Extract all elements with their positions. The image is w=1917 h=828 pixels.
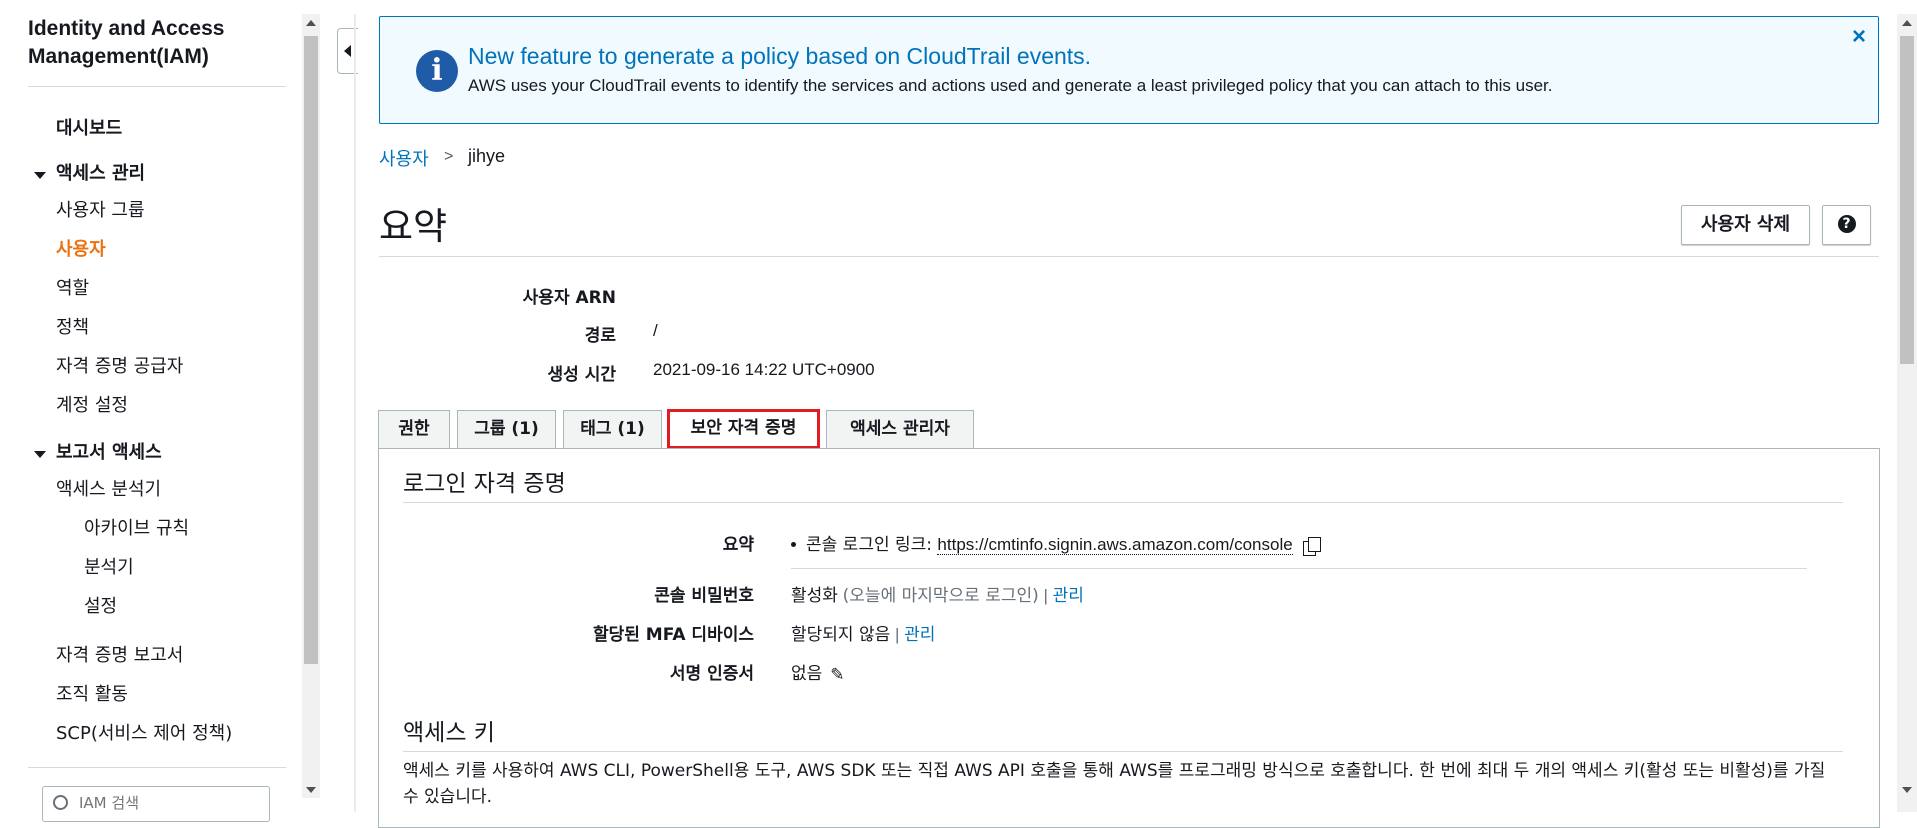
creation-time-value: 2021-09-16 14:22 UTC+0900 xyxy=(653,360,875,379)
manage-mfa-link[interactable]: 관리 xyxy=(904,625,935,645)
service-title: Identity and Access Management(IAM) xyxy=(28,17,225,68)
mfa-device-label: 할당된 MFA 디바이스 xyxy=(592,625,754,645)
breadcrumb-parent-link[interactable]: 사용자 xyxy=(379,145,429,171)
scroll-up-arrow-icon[interactable] xyxy=(1902,20,1912,26)
section-divider xyxy=(403,502,1843,503)
sidebar-item-policies[interactable]: 정책 xyxy=(56,313,89,339)
signing-certificate-label: 서명 인증서 xyxy=(669,664,754,684)
summary-label: 요약 xyxy=(722,535,754,555)
sidebar-scrollbar-thumb[interactable] xyxy=(304,36,318,664)
scroll-up-arrow-icon[interactable] xyxy=(306,20,316,26)
pencil-edit-icon[interactable]: ✎ xyxy=(830,665,844,685)
search-icon xyxy=(53,795,68,810)
signing-certificate-value: 없음 xyxy=(791,664,823,684)
sidebar-item-account-settings[interactable]: 계정 설정 xyxy=(56,391,128,417)
sidebar-item-settings[interactable]: 설정 xyxy=(84,592,117,618)
sidebar-divider xyxy=(28,767,286,768)
sidebar-section-access-reports[interactable]: 보고서 액세스 xyxy=(56,438,162,464)
help-icon: ? xyxy=(1837,214,1856,233)
separator: | xyxy=(894,625,900,644)
sidebar-item-archive-rules[interactable]: 아카이브 규칙 xyxy=(84,514,189,540)
header-divider xyxy=(379,256,1879,257)
sidebar-search-input[interactable] xyxy=(77,793,261,813)
access-keys-description: 액세스 키를 사용하여 AWS CLI, PowerShell용 도구, AWS… xyxy=(403,761,1826,807)
path-value: / xyxy=(653,321,658,340)
console-password-row: 활성화 (오늘에 마지막으로 로그인) | 관리 xyxy=(791,581,1084,606)
sidebar-item-identity-providers[interactable]: 자격 증명 공급자 xyxy=(56,352,183,378)
sidebar-section-access-management[interactable]: 액세스 관리 xyxy=(56,159,145,185)
sidebar-item-access-analyzer[interactable]: 액세스 분석기 xyxy=(56,475,161,501)
console-signin-url[interactable]: https://cmtinfo.signin.aws.amazon.com/co… xyxy=(937,535,1293,555)
banner-title: New feature to generate a policy based o… xyxy=(468,43,1092,69)
divider xyxy=(354,14,356,812)
close-icon[interactable]: × xyxy=(1852,23,1866,51)
bullet-icon xyxy=(791,541,796,547)
separator: | xyxy=(1043,586,1048,605)
mfa-device-row: 할당되지 않음 | 관리 xyxy=(791,620,935,645)
sidebar: Identity and Access Management(IAM) 대시보드… xyxy=(0,0,302,822)
section-divider xyxy=(403,751,1843,752)
sidebar-divider xyxy=(28,86,286,87)
tab-permissions[interactable]: 권한 xyxy=(378,410,450,448)
scroll-down-arrow-icon[interactable] xyxy=(1902,787,1912,793)
sidebar-item-analyzers[interactable]: 분석기 xyxy=(84,553,134,579)
copy-icon[interactable] xyxy=(1302,536,1321,556)
signing-certificate-row: 없음 ✎ xyxy=(791,659,845,685)
collapse-caret-icon[interactable] xyxy=(34,451,46,458)
delete-user-button[interactable]: 사용자 삭제 xyxy=(1681,205,1810,245)
access-keys-heading: 액세스 키 xyxy=(403,720,495,746)
tab-access-advisor[interactable]: 액세스 관리자 xyxy=(826,410,974,448)
creation-time-label: 생성 시간 xyxy=(547,365,616,385)
breadcrumb-separator-icon: > xyxy=(444,148,454,165)
mfa-status: 할당되지 않음 xyxy=(791,625,891,645)
sidebar-item-scps[interactable]: SCP(서비스 제어 정책) xyxy=(56,719,232,745)
tab-security-credentials[interactable]: 보안 자격 증명 xyxy=(667,409,820,449)
help-button[interactable]: ? xyxy=(1822,205,1871,245)
banner-text: AWS uses your CloudTrail events to ident… xyxy=(468,76,1553,95)
scroll-down-arrow-icon[interactable] xyxy=(306,787,316,793)
sidebar-search-box[interactable] xyxy=(42,786,270,822)
path-label: 경로 xyxy=(584,326,616,346)
page-title: 요약 xyxy=(379,205,448,248)
sidebar-item-users[interactable]: 사용자 xyxy=(56,235,106,261)
console-link-prefix: 콘솔 로그인 링크: xyxy=(806,535,938,555)
chevron-left-icon xyxy=(344,45,351,57)
last-signin-note: (오늘에 마지막으로 로그인) xyxy=(842,586,1039,606)
sidebar-item-dashboard[interactable]: 대시보드 xyxy=(56,114,122,140)
signin-credentials-heading: 로그인 자격 증명 xyxy=(403,471,566,497)
console-password-label: 콘솔 비밀번호 xyxy=(654,586,754,606)
sidebar-item-user-groups[interactable]: 사용자 그룹 xyxy=(56,196,145,222)
console-link-row: 콘솔 로그인 링크: https://cmtinfo.signin.aws.am… xyxy=(791,530,1321,556)
tab-groups[interactable]: 그룹 (1) xyxy=(457,410,556,448)
tab-tags[interactable]: 태그 (1) xyxy=(563,410,662,448)
manage-password-link[interactable]: 관리 xyxy=(1053,586,1084,606)
sidebar-item-credential-report[interactable]: 자격 증명 보고서 xyxy=(56,641,183,667)
sidebar-item-roles[interactable]: 역할 xyxy=(56,274,89,300)
collapse-caret-icon[interactable] xyxy=(34,172,46,179)
sidebar-item-organization-activity[interactable]: 조직 활동 xyxy=(56,680,128,706)
info-icon: i xyxy=(416,50,458,92)
divider xyxy=(791,568,1807,569)
page-scrollbar-thumb[interactable] xyxy=(1900,36,1914,364)
console-password-status: 활성화 xyxy=(791,586,838,606)
breadcrumb-current: jihye xyxy=(468,146,506,166)
user-arn-label: 사용자 ARN xyxy=(522,288,616,308)
info-banner: i New feature to generate a policy based… xyxy=(379,16,1879,124)
